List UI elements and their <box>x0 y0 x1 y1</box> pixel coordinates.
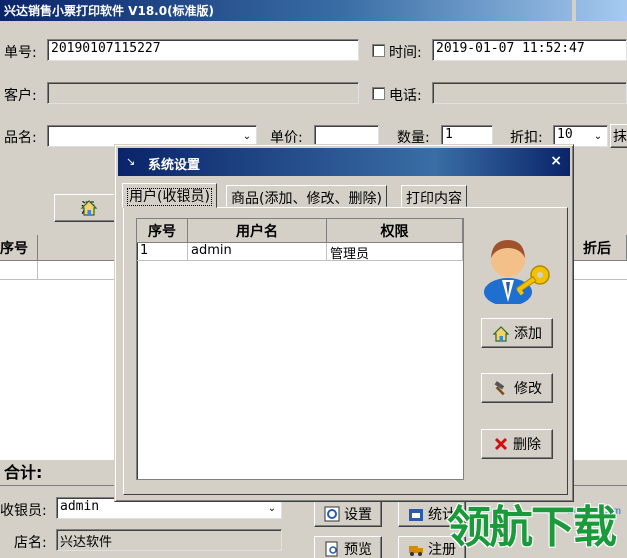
col-no-header[interactable]: 序号 <box>0 235 38 261</box>
product-label: 品名: <box>4 130 37 146</box>
delete-user-button[interactable]: 删除 <box>481 429 553 459</box>
customer-label: 客户: <box>4 88 37 104</box>
preview-button-label: 预览 <box>344 542 372 558</box>
col-after-discount-text: 折后 <box>583 240 611 257</box>
system-settings-dialog: ↘ 系统设置 × 用户(收银员) 商品(添加、修改、删除) 打印内容 序号 用户… <box>114 144 574 502</box>
truck-icon <box>409 546 423 556</box>
delete-icon <box>494 437 508 451</box>
col-index-text: 序号 <box>148 223 176 240</box>
order-no-field[interactable]: 20190107115227 <box>47 39 359 61</box>
order-no-label: 单号: <box>4 45 37 61</box>
edit-user-label: 修改 <box>514 381 542 397</box>
settings-button[interactable]: 设置 <box>314 501 382 527</box>
preview-button[interactable]: 预览 <box>314 536 382 558</box>
watermark: lhdown.com 领航下载 <box>447 498 627 558</box>
add-user-label: 添加 <box>514 326 542 342</box>
tab-print-label: 打印内容 <box>406 191 462 207</box>
title-bar: 兴达销售小票打印软件 V18.0(标准版) <box>0 0 627 21</box>
add-user-button[interactable]: 添加 <box>481 318 553 348</box>
dialog-title: 系统设置 <box>148 158 201 173</box>
user-key-icon <box>484 240 550 304</box>
preview-icon <box>325 541 338 557</box>
time-label: 时间: <box>389 45 422 61</box>
settings-button-label: 设置 <box>344 507 372 523</box>
time-checkbox[interactable] <box>372 44 385 57</box>
tab-products-label: 商品(添加、修改、删除) <box>231 191 382 207</box>
discount-dropdown-icon[interactable]: ⌄ <box>591 131 605 142</box>
tab-users[interactable]: 用户(收银员) <box>122 183 217 208</box>
close-icon[interactable]: × <box>550 153 562 169</box>
stats-icon <box>409 509 423 521</box>
col-username-text: 用户名 <box>236 223 278 240</box>
title-divider <box>572 0 576 21</box>
col-role-text: 权限 <box>380 223 409 240</box>
table-row[interactable]: 1 admin 管理员 <box>137 243 463 262</box>
customer-field[interactable] <box>47 82 359 104</box>
tab-products[interactable]: 商品(添加、修改、删除) <box>226 185 387 207</box>
dialog-title-bar: ↘ 系统设置 × <box>118 148 570 176</box>
watermark-text: 领航下载 <box>447 502 617 553</box>
phone-label: 电话: <box>389 88 422 104</box>
phone-field[interactable] <box>432 82 627 104</box>
col-username-header[interactable]: 用户名 <box>188 219 327 243</box>
product-dropdown-icon[interactable]: ⌄ <box>240 131 254 142</box>
store-field[interactable]: 兴达软件 <box>56 529 282 551</box>
row-index: 1 <box>137 243 188 261</box>
col-index-header[interactable]: 序号 <box>137 219 188 243</box>
gear-icon <box>324 506 340 522</box>
col-role-header[interactable]: 权限 <box>327 219 463 243</box>
erase-button-label: 抹 <box>613 129 627 145</box>
col-after-discount-header[interactable]: 折后 <box>568 235 627 261</box>
cashier-dropdown-icon[interactable]: ⌄ <box>265 503 279 514</box>
users-grid: 序号 用户名 权限 1 admin 管理员 <box>136 218 464 480</box>
users-tab-pane: 序号 用户名 权限 1 admin 管理员 添加 修改 删除 <box>123 207 568 495</box>
tab-users-label: 用户(收银员) <box>127 188 212 206</box>
store-label: 店名: <box>14 535 47 551</box>
phone-checkbox[interactable] <box>372 87 385 100</box>
edit-user-button[interactable]: 修改 <box>481 373 553 403</box>
tab-print-content[interactable]: 打印内容 <box>401 185 467 207</box>
app-icon: ↘ <box>126 155 136 168</box>
window-title: 兴达销售小票打印软件 V18.0(标准版) <box>4 4 215 18</box>
hammer-icon <box>494 381 505 396</box>
home-icon <box>492 325 510 342</box>
time-field[interactable]: 2019-01-07 11:52:47 <box>432 39 627 61</box>
delete-user-label: 删除 <box>513 437 541 453</box>
row-username: admin <box>188 243 327 261</box>
total-label: 合计: <box>4 463 43 482</box>
col-no-header-text: 序号 <box>0 240 28 257</box>
erase-button[interactable]: 抹 <box>610 124 627 148</box>
home-icon <box>80 200 98 216</box>
row-role: 管理员 <box>327 243 463 262</box>
cashier-label: 收银员: <box>0 503 47 519</box>
